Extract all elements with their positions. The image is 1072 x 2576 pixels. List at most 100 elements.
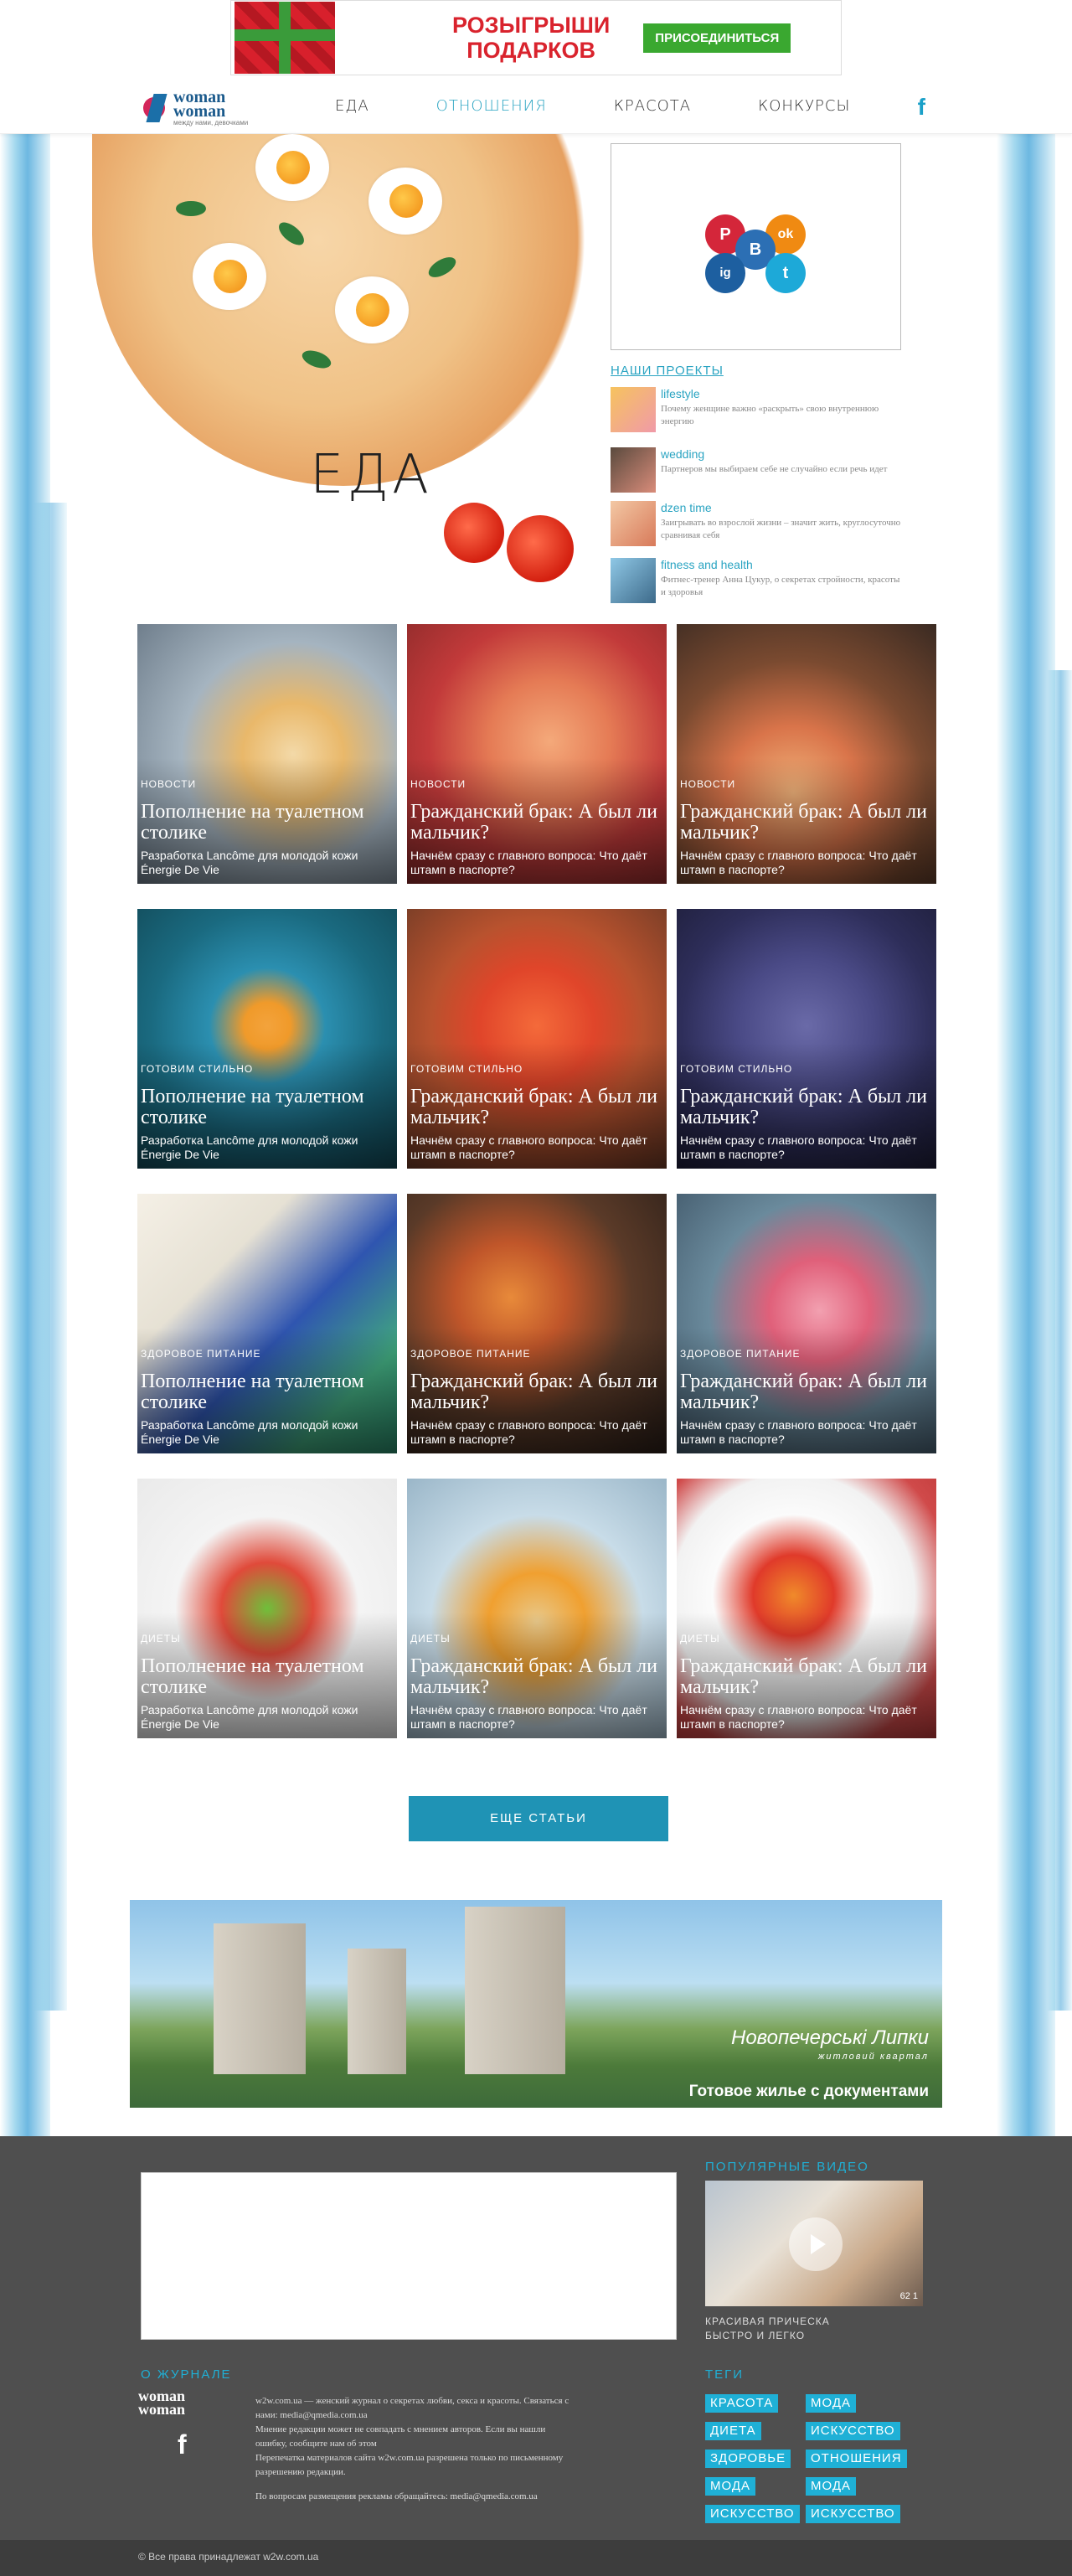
project-name[interactable]: lifestyle <box>661 387 700 400</box>
article-category[interactable]: ГОТОВИМ СТИЛЬНО <box>680 1063 792 1075</box>
article-title[interactable]: Гражданский брак: А был ли мальчик? <box>410 1371 662 1413</box>
article-desc: Начнём сразу с главного вопроса: Что даё… <box>680 1703 917 1731</box>
article-card[interactable]: ГОТОВИМ СТИЛЬНО Гражданский брак: А был … <box>677 909 936 1169</box>
article-title[interactable]: Гражданский брак: А был ли мальчик? <box>680 1087 931 1128</box>
article-card[interactable]: НОВОСТИ Гражданский брак: А был ли мальч… <box>407 624 667 884</box>
tomato-illustration <box>444 503 504 563</box>
article-card[interactable]: ДИЕТЫ Гражданский брак: А был ли мальчик… <box>407 1479 667 1738</box>
video-stats: 62 1 <box>899 2291 918 2301</box>
ad-headline-line2: ПОДАРКОВ <box>466 38 596 63</box>
article-card[interactable]: ДИЕТЫ Пополнение на туалетном столике Ра… <box>137 1479 397 1738</box>
project-name[interactable]: wedding <box>661 447 704 461</box>
twitter-icon[interactable]: t <box>765 253 806 293</box>
tag-link[interactable]: ИСКУССТВО <box>705 2505 800 2523</box>
article-desc: Разработка Lancôme для молодой кожи Éner… <box>141 1418 358 1446</box>
tag-link[interactable]: ИСКУССТВО <box>806 2422 900 2440</box>
article-category[interactable]: ГОТОВИМ СТИЛЬНО <box>410 1063 523 1075</box>
article-title[interactable]: Гражданский брак: А был ли мальчик? <box>410 1656 662 1698</box>
project-item[interactable]: lifestyle Почему женщине важно «раскрыть… <box>611 387 912 437</box>
footer-facebook-icon[interactable]: f <box>178 2429 187 2460</box>
article-desc: Начнём сразу с главного вопроса: Что даё… <box>410 1133 647 1161</box>
article-card[interactable]: ГОТОВИМ СТИЛЬНО Гражданский брак: А был … <box>407 909 667 1169</box>
tag-link[interactable]: ДИЕТА <box>705 2422 761 2440</box>
facebook-icon[interactable]: f <box>918 94 925 121</box>
project-desc: Фитнес-тренер Анна Цукур, о секретах стр… <box>661 575 900 597</box>
project-desc: Заигрывать во взрослой жизни – значит жи… <box>661 518 901 540</box>
ad-cta-text: Готовое жилье с документами <box>688 2083 929 2100</box>
article-title[interactable]: Гражданский брак: А был ли мальчик? <box>680 802 931 844</box>
article-category[interactable]: ЗДОРОВОЕ ПИТАНИЕ <box>141 1348 261 1360</box>
article-category[interactable]: ГОТОВИМ СТИЛЬНО <box>141 1063 253 1075</box>
article-desc: Разработка Lancôme для молодой кожи Éner… <box>141 1703 358 1731</box>
article-card[interactable]: ДИЕТЫ Гражданский брак: А был ли мальчик… <box>677 1479 936 1738</box>
section-title: ЕДА <box>310 444 432 506</box>
project-name[interactable]: fitness and health <box>661 558 753 571</box>
article-card[interactable]: НОВОСТИ Гражданский брак: А был ли мальч… <box>677 624 936 884</box>
article-card[interactable]: ЗДОРОВОЕ ПИТАНИЕ Пополнение на туалетном… <box>137 1194 397 1453</box>
article-title[interactable]: Пополнение на туалетном столике <box>141 1087 392 1128</box>
article-category[interactable]: ДИЕТЫ <box>410 1633 451 1644</box>
ad-headline: РОЗЫГРЫШИ ПОДАРКОВ <box>452 13 610 63</box>
article-title[interactable]: Гражданский брак: А был ли мальчик? <box>410 1087 662 1128</box>
article-card[interactable]: ГОТОВИМ СТИЛЬНО Пополнение на туалетном … <box>137 909 397 1169</box>
article-category[interactable]: НОВОСТИ <box>680 778 735 790</box>
instagram-icon[interactable]: ig <box>705 253 745 293</box>
article-category[interactable]: НОВОСТИ <box>410 778 466 790</box>
logo-tagline: между нами, девочками <box>173 119 249 126</box>
article-title[interactable]: Гражданский брак: А был ли мальчик? <box>680 1656 931 1698</box>
watercolor-stripe-right-outer <box>1047 670 1072 2011</box>
project-desc: Почему женщине важно «раскрыть» свою вну… <box>661 404 879 426</box>
article-desc: Начнём сразу с главного вопроса: Что даё… <box>680 1418 917 1446</box>
article-title[interactable]: Пополнение на туалетном столике <box>141 1656 392 1698</box>
nav-relationships[interactable]: ОТНОШЕНИЯ <box>436 97 547 115</box>
article-desc: Начнём сразу с главного вопроса: Что даё… <box>410 1703 647 1731</box>
project-thumbnail <box>611 501 656 546</box>
article-card[interactable]: ЗДОРОВОЕ ПИТАНИЕ Гражданский брак: А был… <box>407 1194 667 1453</box>
bottom-ad-banner[interactable]: Новопечерські Липки житловий квартал Гот… <box>130 1900 942 2108</box>
article-category[interactable]: ЗДОРОВОЕ ПИТАНИЕ <box>410 1348 531 1360</box>
join-button[interactable]: ПРИСОЕДИНИТЬСЯ <box>643 23 791 53</box>
projects-title[interactable]: НАШИ ПРОЕКТЫ <box>611 364 724 378</box>
tag-link[interactable]: ОТНОШЕНИЯ <box>806 2450 907 2468</box>
nav-contests[interactable]: КОНКУРСЫ <box>758 97 850 115</box>
play-icon[interactable] <box>789 2217 843 2271</box>
project-item[interactable]: fitness and health Фитнес-тренер Анна Цу… <box>611 558 912 608</box>
tag-link[interactable]: МОДА <box>705 2477 755 2496</box>
copyright-text: © Все права принадлежат w2w.com.ua <box>138 2551 319 2563</box>
watercolor-stripe-left-inner <box>34 503 67 2011</box>
site-logo[interactable]: woman woman между нами, девочками <box>138 89 249 127</box>
tag-link[interactable]: ИСКУССТВО <box>806 2505 900 2523</box>
article-desc: Начнём сразу с главного вопроса: Что даё… <box>680 1133 917 1161</box>
top-ad-banner[interactable]: РОЗЫГРЫШИ ПОДАРКОВ ПРИСОЕДИНИТЬСЯ <box>230 0 842 75</box>
nav-food[interactable]: ЕДА <box>335 97 369 115</box>
project-item[interactable]: wedding Партнеров мы выбираем себе не сл… <box>611 447 912 498</box>
nav-beauty[interactable]: КРАСОТА <box>614 97 691 115</box>
article-card[interactable]: ЗДОРОВОЕ ПИТАНИЕ Гражданский брак: А был… <box>677 1194 936 1453</box>
article-title[interactable]: Пополнение на туалетном столике <box>141 1371 392 1413</box>
tomato-illustration <box>507 515 574 582</box>
footer-logo[interactable]: woman woman <box>138 2388 185 2417</box>
video-thumbnail[interactable]: 62 1 <box>705 2181 923 2306</box>
article-card[interactable]: НОВОСТИ Пополнение на туалетном столике … <box>137 624 397 884</box>
article-category[interactable]: ДИЕТЫ <box>680 1633 720 1644</box>
article-title[interactable]: Пополнение на туалетном столике <box>141 802 392 844</box>
article-desc: Начнём сразу с главного вопроса: Что даё… <box>410 849 647 876</box>
article-category[interactable]: НОВОСТИ <box>141 778 196 790</box>
building-image <box>214 1923 306 2074</box>
project-name[interactable]: dzen time <box>661 501 712 514</box>
social-share-box: P ok B ig t <box>611 143 901 350</box>
ad-brand: Новопечерські Липки житловий квартал <box>731 2028 929 2066</box>
video-caption[interactable]: КРАСИВАЯ ПРИЧЕСКА БЫСТРО И ЛЕГКО <box>705 2315 873 2343</box>
article-category[interactable]: ДИЕТЫ <box>141 1633 181 1644</box>
article-category[interactable]: ЗДОРОВОЕ ПИТАНИЕ <box>680 1348 801 1360</box>
tag-link[interactable]: МОДА <box>806 2394 856 2413</box>
comments-widget[interactable] <box>141 2172 677 2340</box>
tag-link[interactable]: КРАСОТА <box>705 2394 779 2413</box>
article-title[interactable]: Гражданский брак: А был ли мальчик? <box>410 802 662 844</box>
more-articles-button[interactable]: ЕЩЕ СТАТЬИ <box>409 1796 668 1841</box>
project-item[interactable]: dzen time Заигрывать во взрослой жизни –… <box>611 501 912 551</box>
article-title[interactable]: Гражданский брак: А был ли мальчик? <box>680 1371 931 1413</box>
tag-link[interactable]: МОДА <box>806 2477 856 2496</box>
building-image <box>348 1949 406 2074</box>
tag-link[interactable]: ЗДОРОВЬЕ <box>705 2450 791 2468</box>
